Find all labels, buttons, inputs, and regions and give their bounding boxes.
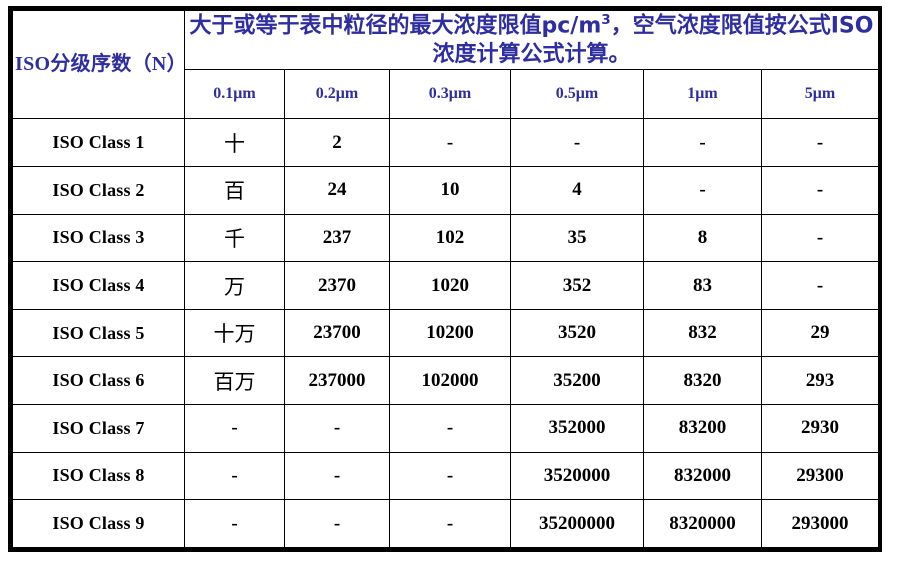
cell-r9-c4: 35200000 [510,499,644,548]
cell-r8-c5: 832000 [643,451,762,501]
table-row: ISO Class 3 千 237 102 35 8- [12,213,879,263]
header-size-0-3um: 0.3μm [389,69,511,120]
cell-r4-c6: - [761,261,879,310]
cell-r5-c4: 3520 [510,308,644,358]
cell-r3-c6: - [761,213,879,263]
cell-r3-c3: 102 [389,213,511,263]
cell-r9-c1: - [184,499,285,548]
cell-r6-c5: 8320 [643,356,762,406]
cell-r9-c5: 8320000 [643,499,762,548]
cell-r1-c6: - [761,118,879,167]
cell-r4-c3: 1020 [389,261,511,310]
cell-r8-c3: - [389,451,511,501]
cell-r2-c3: 10 [389,166,511,215]
cell-r4-c5: 83 [643,261,762,310]
table-row: ISO Class 4 万 2370 1020 352 83- [12,261,879,310]
table-row: ISO Class 6 百万 237000 102000 35200 8320 293 [12,356,879,406]
cell-r6-c1: 百万 [184,356,285,406]
cell-r3-c1: 千 [184,213,285,263]
table-row: ISO Class 9- - -35200000 8320000 293000 [12,499,879,548]
cell-r7-c1: - [184,404,285,453]
note-text-part1: 大于或等于表中粒径的最大浓度限值pc/m [189,13,602,39]
cell-r3-c4: 35 [510,213,644,263]
cell-r2-c1: 百 [184,166,285,215]
cell-r6-c2: 237000 [284,356,390,406]
cell-r7-c4: 352000 [510,404,644,453]
cell-r7-c6: 2930 [761,404,879,453]
table-row: ISO Class 8- - -3520000 832000 29300 [12,451,879,501]
row-label-iso-class: ISO Class 6 [12,356,185,406]
cell-r5-c2: 23700 [284,308,390,358]
cell-r9-c2: - [284,499,390,548]
cell-r1-c4: - [510,118,644,167]
table-row: ISO Class 1十2---- [12,118,879,167]
header-size-0-5um: 0.5μm [510,69,644,120]
cell-r9-c6: 293000 [761,499,879,548]
header-size-5um: 5μm [761,69,879,120]
cell-r8-c1: - [184,451,285,501]
header-concentration-note: 大于或等于表中粒径的最大浓度限值pc/m3，空气浓度限值按公式ISO浓度计算公式… [184,9,879,71]
row-label-iso-class: ISO Class 5 [12,308,185,358]
cell-r7-c3: - [389,404,511,453]
cell-r2-c6: - [761,166,879,215]
row-label-iso-class: ISO Class 2 [12,166,185,215]
cell-r8-c4: 3520000 [510,451,644,501]
cell-r2-c5: - [643,166,762,215]
cell-r6-c6: 293 [761,356,879,406]
table-row: ISO Class 7- - -352000 83200 2930 [12,404,879,453]
cell-r4-c4: 352 [510,261,644,310]
cell-r1-c2: 2 [284,118,390,167]
cell-r5-c6: 29 [761,308,879,358]
note-superscript: 3 [601,12,611,28]
table-header: ISO分级序数（N） 大于或等于表中粒径的最大浓度限值pc/m3，空气浓度限值按… [12,9,879,120]
cell-r1-c3: - [389,118,511,167]
table-body: ISO Class 1 十 2- - - - ISO Class 2 百 24 10 4- - ISO … [12,118,879,548]
row-label-iso-class: ISO Class 9 [12,499,185,548]
cell-r6-c3: 102000 [389,356,511,406]
cell-r3-c2: 237 [284,213,390,263]
row-label-iso-class: ISO Class 3 [12,213,185,263]
header-row-top: ISO分级序数（N） 大于或等于表中粒径的最大浓度限值pc/m3，空气浓度限值按… [12,9,879,120]
table-row: ISO Class 5 十万 23700 10200 3520 832 29 [12,308,879,358]
row-label-iso-class: ISO Class 1 [12,118,185,167]
table-row: ISO Class 2 百 24 10 4- - [12,166,879,215]
cell-r5-c5: 832 [643,308,762,358]
cell-r5-c3: 10200 [389,308,511,358]
header-class-column: ISO分级序数（N） [12,9,187,120]
cell-r9-c3: - [389,499,511,548]
cell-r5-c1: 十万 [184,308,285,358]
classification-table: ISO分级序数（N） 大于或等于表中粒径的最大浓度限值pc/m3，空气浓度限值按… [12,9,879,548]
cell-r2-c4: 4 [510,166,644,215]
cell-r2-c2: 24 [284,166,390,215]
iso-cleanroom-classification-table: ISO分级序数（N） 大于或等于表中粒径的最大浓度限值pc/m3，空气浓度限值按… [8,6,882,552]
cell-r8-c6: 29300 [761,451,879,501]
cell-r3-c5: 8 [643,213,762,263]
cell-r4-c2: 2370 [284,261,390,310]
row-label-iso-class: ISO Class 4 [12,261,185,310]
row-label-iso-class: ISO Class 7 [12,404,185,453]
cell-r4-c1: 万 [184,261,285,310]
cell-r1-c1: 十 [184,118,285,167]
row-label-iso-class: ISO Class 8 [12,451,185,501]
header-size-0-2um: 0.2μm [284,69,390,120]
header-size-1um: 1μm [643,69,762,120]
cell-r6-c4: 35200 [510,356,644,406]
header-size-0-1um: 0.1μm [184,69,285,120]
cell-r7-c5: 83200 [643,404,762,453]
cell-r8-c2: - [284,451,390,501]
cell-r7-c2: - [284,404,390,453]
cell-r1-c5: - [643,118,762,167]
